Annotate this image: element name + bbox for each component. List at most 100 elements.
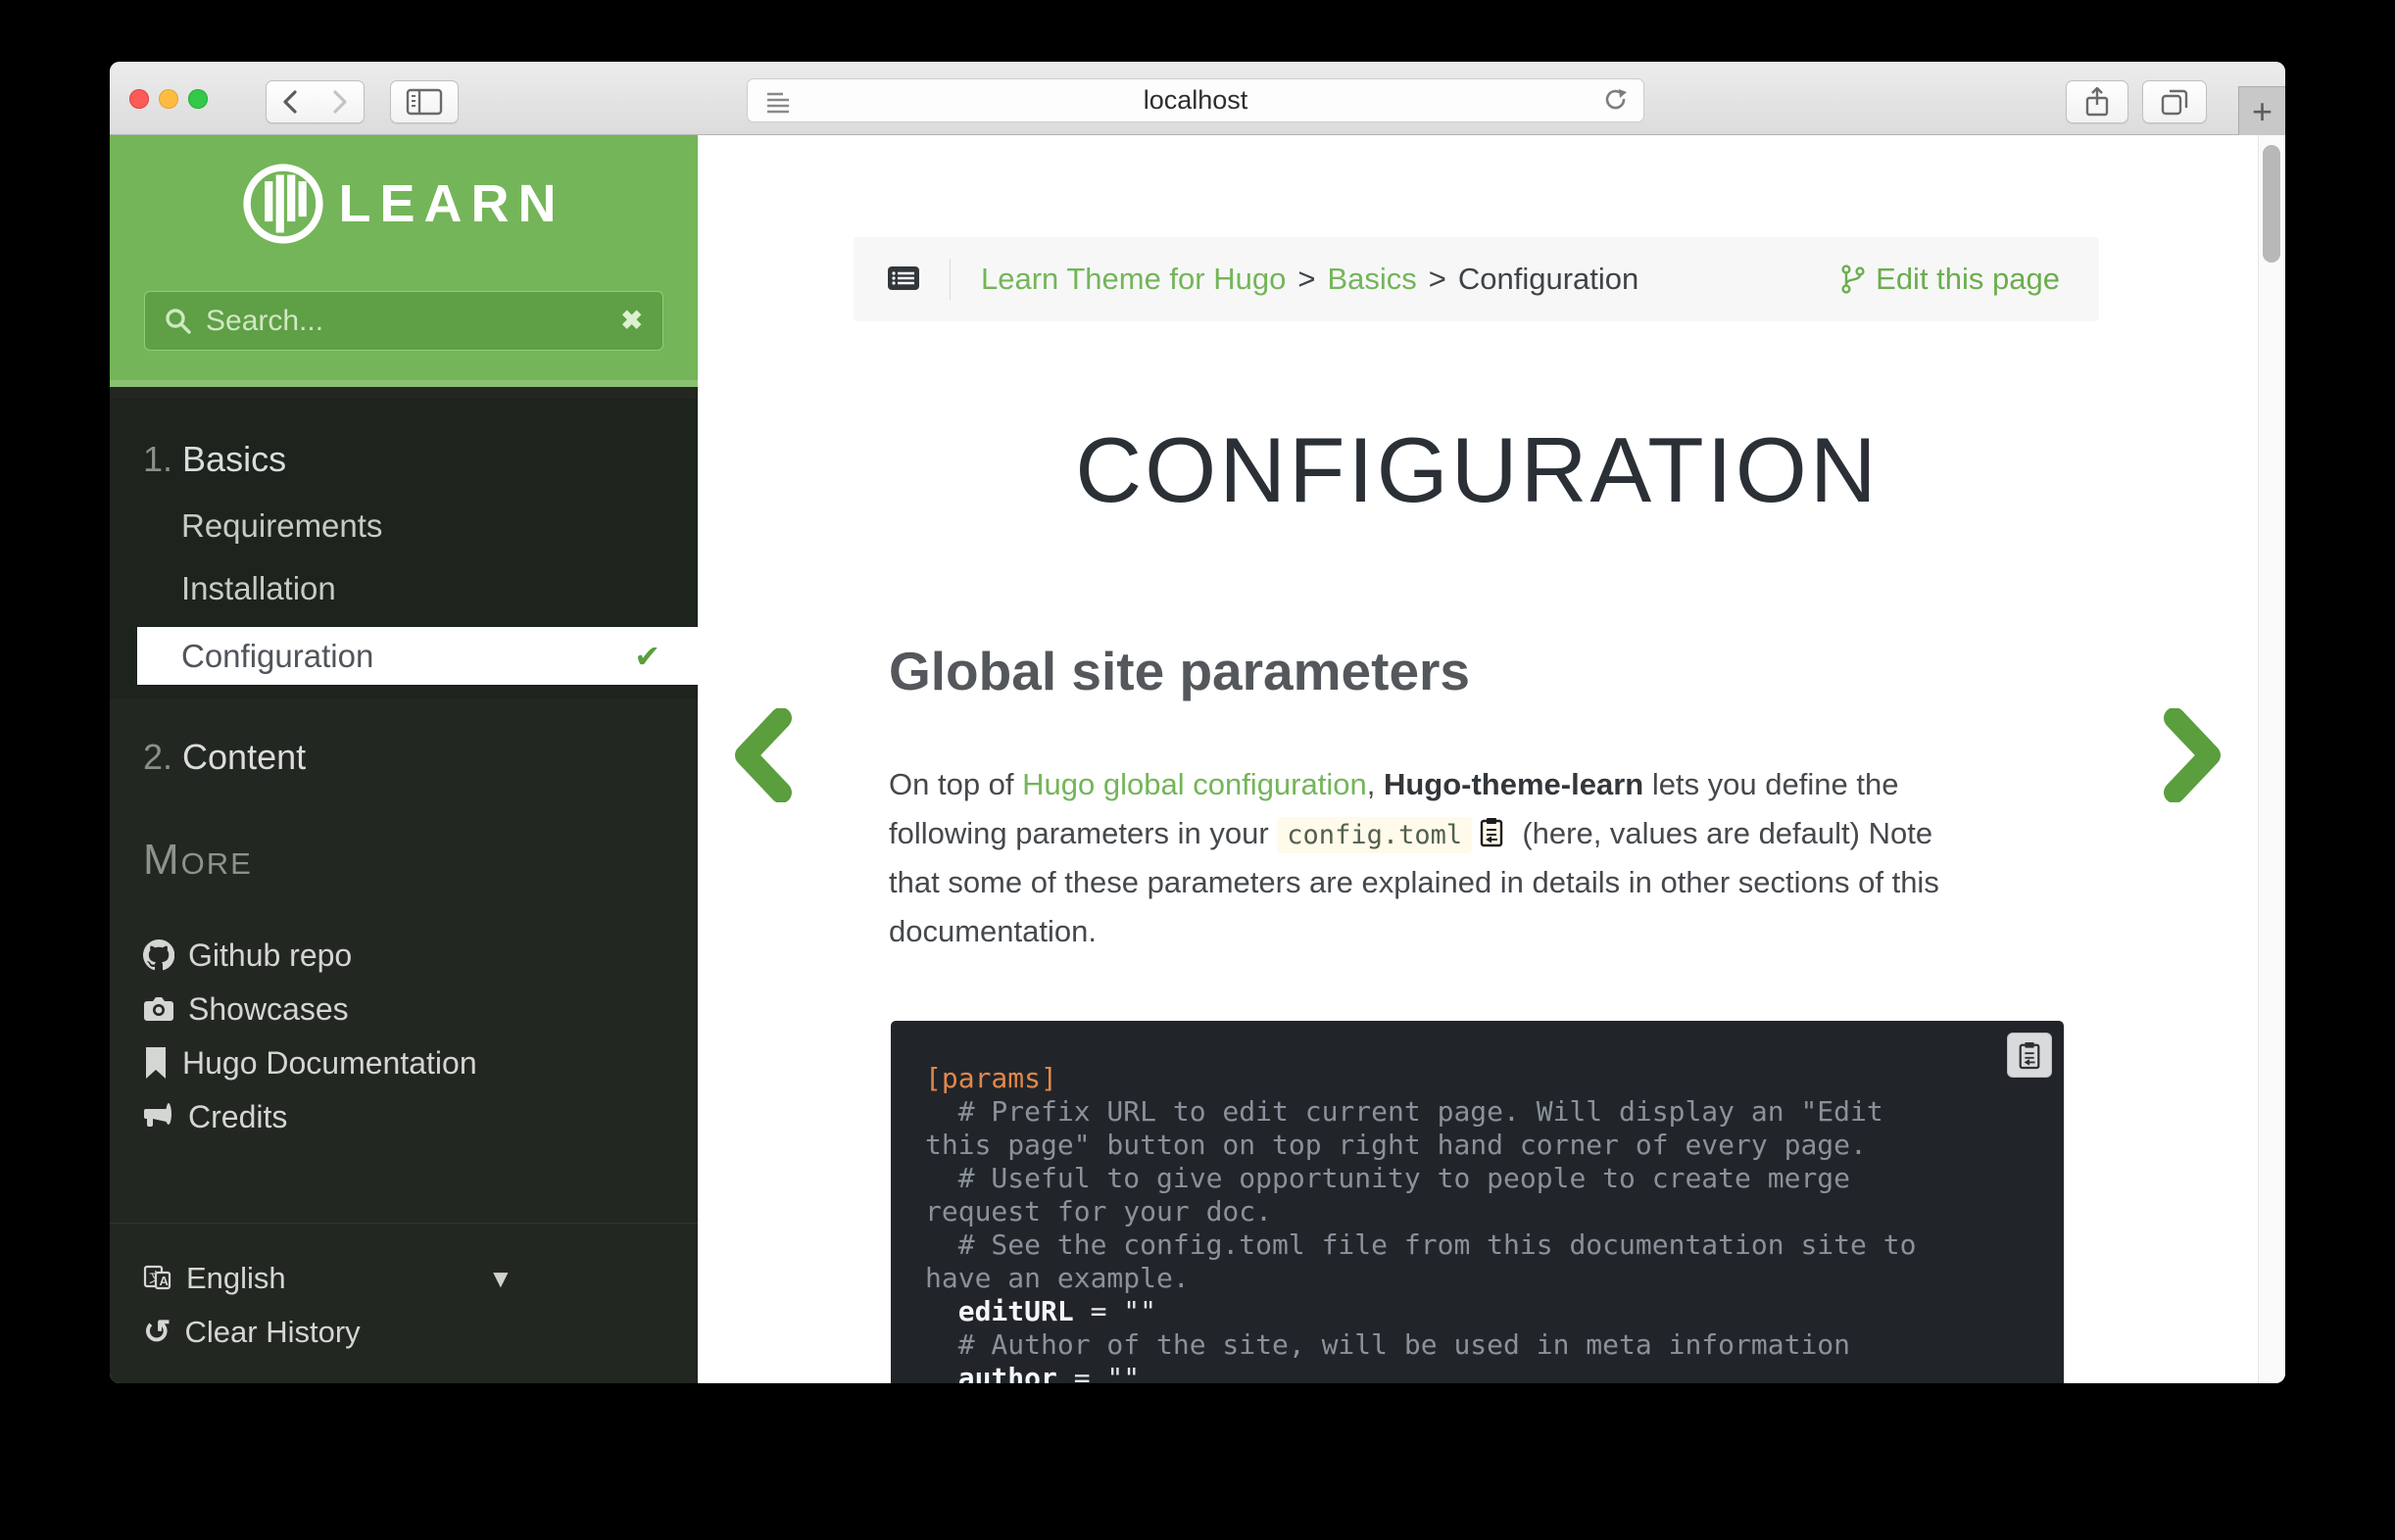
sidebar: LEARN ✖ 1. Basics Requirements Installat… (110, 135, 698, 1383)
sidebar-section-basics[interactable]: 1. Basics (143, 439, 286, 480)
code-line: [params] (925, 1062, 2029, 1095)
edit-this-page-link[interactable]: Edit this page (1840, 237, 2060, 321)
code-line: request for your doc. (925, 1195, 2029, 1228)
code-key: author (925, 1362, 1057, 1383)
sidebar-link-credits[interactable]: Credits (143, 1095, 287, 1138)
learn-logo-icon (243, 164, 323, 244)
breadcrumb: Learn Theme for Hugo > Basics > Configur… (854, 237, 2099, 321)
share-button[interactable] (2066, 80, 2128, 123)
language-label: English (186, 1261, 286, 1296)
bookmark-icon (143, 1047, 169, 1079)
clear-search-icon[interactable]: ✖ (620, 306, 643, 336)
link-label: Github repo (188, 938, 352, 974)
sidebar-link-showcases[interactable]: Showcases (143, 987, 349, 1031)
language-icon: 文 A (143, 1264, 172, 1293)
menu-list-icon[interactable] (887, 263, 920, 299)
sidebar-item-installation[interactable]: Installation (181, 570, 336, 607)
check-icon: ✔ (634, 638, 660, 675)
paragraph-text: lets you define the (1643, 767, 1898, 801)
paragraph-text: following parameters in your (889, 816, 1277, 850)
close-window-button[interactable] (129, 89, 149, 109)
code-value: = "" (1074, 1295, 1156, 1327)
link-label: Hugo Documentation (182, 1045, 477, 1082)
sidebar-section-content[interactable]: 2. Content (143, 737, 306, 778)
sidebar-link-hugo-documentation[interactable]: Hugo Documentation (143, 1041, 477, 1084)
logo-text: LEARN (339, 173, 565, 234)
inline-code: config.toml (1277, 817, 1472, 853)
address-bar[interactable]: localhost (747, 78, 1644, 122)
reader-view-icon[interactable] (763, 88, 793, 120)
zoom-window-button[interactable] (188, 89, 208, 109)
sidebar-footer-divider (110, 1223, 698, 1224)
clipboard-icon[interactable] (1478, 813, 1505, 862)
main-content: Learn Theme for Hugo > Basics > Configur… (698, 135, 2258, 1383)
reload-icon[interactable] (1602, 88, 1630, 120)
clear-history-button[interactable]: ↺ Clear History (143, 1311, 361, 1354)
chevron-left-icon (278, 87, 304, 117)
svg-text:A: A (160, 1274, 170, 1288)
previous-page-arrow[interactable] (730, 708, 795, 807)
sidebar-toggle-button[interactable] (390, 80, 459, 123)
paragraph-text: documentation. (889, 907, 2094, 956)
breadcrumb-section-link[interactable]: Basics (1327, 262, 1416, 297)
new-tab-button[interactable]: + (2238, 86, 2285, 135)
section-number: 2. (143, 737, 182, 777)
plus-icon: + (2252, 91, 2273, 132)
intro-paragraph: On top of Hugo global configuration, Hug… (889, 760, 2094, 956)
bullhorn-icon (143, 1102, 174, 1131)
share-icon (2082, 85, 2112, 119)
paragraph-text: , (1367, 767, 1384, 801)
code-line: # Useful to give opportunity to people t… (925, 1162, 2029, 1195)
show-tabs-button[interactable] (2142, 80, 2207, 123)
copy-code-button[interactable] (2007, 1033, 2052, 1078)
edit-label: Edit this page (1876, 262, 2060, 297)
code-value: = "" (1057, 1362, 1140, 1383)
history-icon: ↺ (143, 1318, 171, 1347)
sidebar-item-requirements[interactable]: Requirements (181, 507, 382, 545)
paragraph-text: On top of (889, 767, 1022, 801)
chevron-right-icon (326, 87, 352, 117)
code-line: this page" button on top right hand corn… (925, 1129, 2029, 1162)
sidebar-link-github-repo[interactable]: Github repo (143, 934, 352, 977)
scrollbar-track[interactable] (2258, 135, 2285, 1383)
chevron-left-icon (730, 708, 795, 802)
code-line: # See the config.toml file from this doc… (925, 1228, 2029, 1262)
code-line: # Author of the site, will be used in me… (925, 1328, 2029, 1362)
url-text: localhost (1144, 85, 1248, 116)
paragraph-bold: Hugo-theme-learn (1384, 767, 1643, 801)
link-label: Credits (188, 1099, 287, 1135)
breadcrumb-divider (950, 259, 951, 300)
code-line: # Prefix URL to edit current page. Will … (925, 1095, 2029, 1129)
code-line: have an example. (925, 1262, 2029, 1295)
sidebar-icon (406, 87, 443, 117)
site-logo[interactable]: LEARN (110, 163, 698, 245)
active-item-label: Configuration (181, 638, 373, 675)
page-title: CONFIGURATION (889, 417, 2066, 523)
language-switcher[interactable]: 文 A English ▼ (143, 1257, 653, 1300)
section-number: 1. (143, 439, 182, 479)
browser-toolbar: localhost + (110, 62, 2285, 135)
clipboard-icon (2017, 1040, 2042, 1070)
chevron-right-icon (2161, 708, 2225, 802)
breadcrumb-current: Configuration (1458, 262, 1638, 297)
more-heading: More (143, 836, 253, 885)
section-heading: Global site parameters (889, 640, 1470, 702)
paragraph-text: (here, values are default) Note (1505, 816, 1932, 850)
search-icon (165, 308, 192, 335)
breadcrumb-separator: > (1429, 262, 1446, 297)
back-button[interactable] (266, 80, 316, 123)
hugo-global-configuration-link[interactable]: Hugo global configuration (1022, 767, 1367, 801)
github-icon (143, 939, 174, 971)
tabs-icon (2159, 86, 2190, 118)
scrollbar-thumb[interactable] (2263, 145, 2280, 263)
git-branch-icon (1840, 264, 1866, 295)
code-line: author = "" (925, 1362, 2029, 1383)
search-input[interactable] (206, 305, 607, 338)
code-key: editURL (925, 1295, 1074, 1327)
next-page-arrow[interactable] (2161, 708, 2225, 807)
minimize-window-button[interactable] (159, 89, 178, 109)
clear-history-label: Clear History (185, 1315, 361, 1350)
breadcrumb-home-link[interactable]: Learn Theme for Hugo (981, 262, 1286, 297)
forward-button[interactable] (315, 80, 365, 123)
sidebar-item-configuration[interactable]: Configuration ✔ (137, 627, 698, 685)
